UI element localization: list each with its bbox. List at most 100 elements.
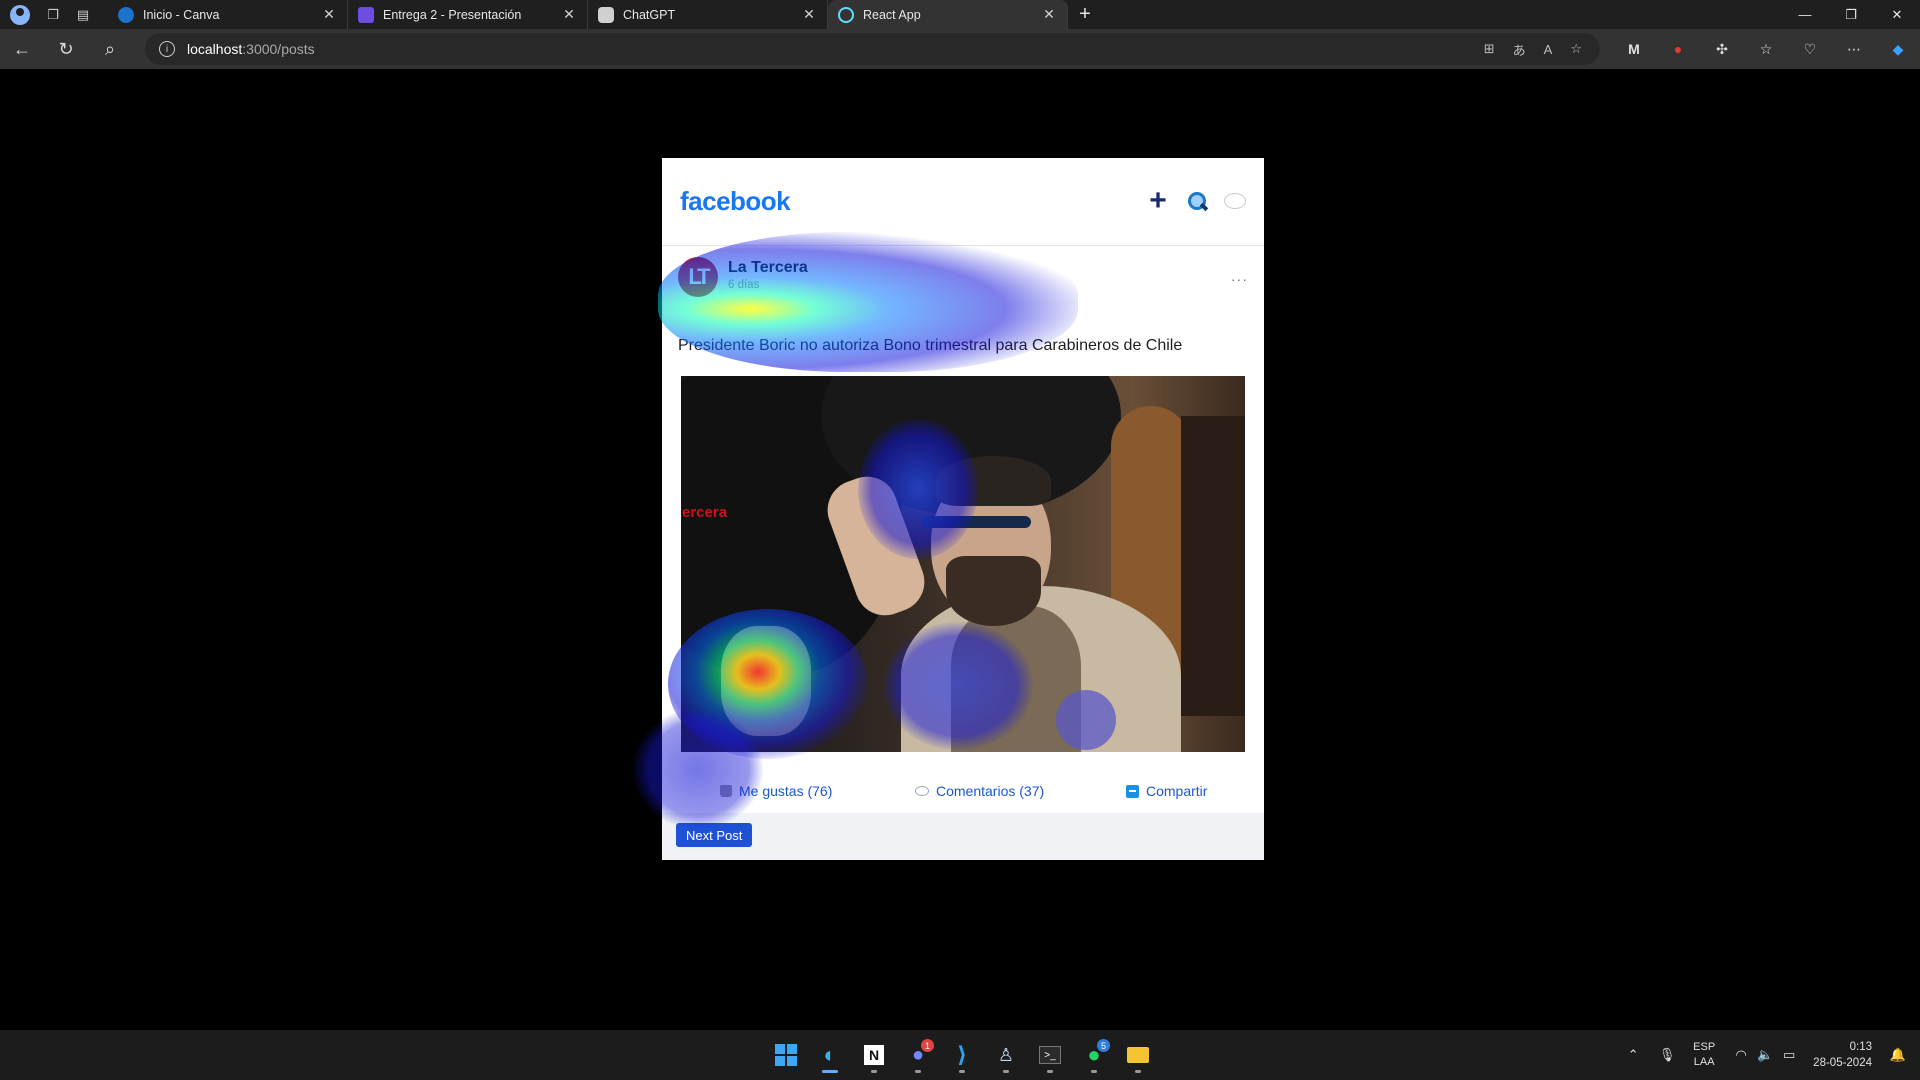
translate-icon[interactable]: あ	[1513, 40, 1526, 59]
workspaces-icon[interactable]: ❐	[38, 0, 68, 29]
new-tab-button[interactable]: +	[1068, 3, 1102, 26]
notion-icon: N	[864, 1045, 884, 1065]
volume-icon[interactable]: 🔈	[1753, 1047, 1777, 1063]
post-text: Presidente Boric no autoriza Bono trimes…	[678, 337, 1183, 354]
thumbs-up-icon	[720, 785, 732, 797]
canva-favicon-icon	[118, 6, 134, 23]
copilot-icon[interactable]: ◆	[1876, 41, 1920, 58]
windows-logo-icon	[775, 1044, 797, 1066]
minimize-window-icon[interactable]: —	[1782, 0, 1828, 29]
folder-icon	[1127, 1047, 1149, 1063]
app-available-icon[interactable]: ⊞	[1484, 41, 1495, 57]
close-tab-icon[interactable]: ✕	[1041, 6, 1057, 23]
search-icon[interactable]	[1186, 190, 1208, 212]
create-plus-icon[interactable]: +	[1146, 186, 1170, 216]
image-watermark: tercera	[681, 504, 728, 521]
extension-m-icon[interactable]: M	[1612, 41, 1656, 57]
post-options-icon[interactable]: ···	[1231, 271, 1248, 287]
taskbar-vscode[interactable]: ⟩	[944, 1037, 980, 1073]
read-aloud-icon[interactable]: A	[1544, 42, 1553, 57]
post-image[interactable]: tercera	[681, 376, 1245, 752]
language-indicator[interactable]: ESP LAA	[1693, 1040, 1715, 1070]
like-label: Me gustas (76)	[739, 783, 833, 799]
address-bar[interactable]: i localhost:3000/posts ⊞ あ A ☆	[145, 33, 1600, 65]
system-tray: ⌃ 🎙 ESP LAA ◠ 🔈 ▭ 0:13 28-05-2024 🔔	[1621, 1030, 1920, 1080]
chatgpt-favicon-icon	[598, 6, 614, 23]
facebook-logo[interactable]: facebook	[680, 186, 791, 217]
post-actions: Me gustas (76) Comentarios (37) Comparti…	[662, 776, 1264, 806]
clock-date: 28-05-2024	[1813, 1057, 1872, 1069]
start-button[interactable]	[768, 1037, 804, 1073]
url-host: localhost	[187, 41, 243, 57]
microphone-icon[interactable]: 🎙	[1655, 1047, 1679, 1063]
taskbar-whatsapp[interactable]: ● 5	[1076, 1037, 1112, 1073]
search-icon[interactable]: ⌕	[88, 29, 132, 69]
favorite-star-icon[interactable]: ☆	[1570, 41, 1582, 57]
tab-entrega[interactable]: Entrega 2 - Presentación ✕	[348, 0, 588, 29]
close-tab-icon[interactable]: ✕	[321, 6, 337, 23]
feed-footer: Next Post	[662, 813, 1264, 860]
discord-badge: 1	[921, 1039, 934, 1052]
tab-label: ChatGPT	[623, 7, 676, 22]
share-button[interactable]: Compartir	[1126, 776, 1207, 806]
profile-avatar-icon[interactable]	[10, 4, 30, 25]
tab-label: Entrega 2 - Presentación	[383, 7, 522, 22]
language-code: ESP	[1693, 1041, 1716, 1053]
page-viewport: facebook + LT La Tercera 6 días ··· Pres…	[3, 69, 1917, 1027]
taskbar-notion[interactable]: N	[856, 1037, 892, 1073]
url-path: :3000/posts	[242, 41, 315, 57]
comment-bubble-icon	[915, 786, 929, 796]
tab-label: React App	[863, 7, 921, 22]
battery-icon[interactable]: ▭	[1777, 1047, 1801, 1063]
terminal-icon: >_	[1039, 1046, 1061, 1064]
app-icon: ♙	[997, 1044, 1015, 1065]
vscode-icon: ⟩	[956, 1042, 968, 1067]
reload-button[interactable]: ↻	[44, 29, 88, 69]
taskbar-edge[interactable]: ◐	[812, 1037, 848, 1073]
tab-chatgpt[interactable]: ChatGPT ✕	[588, 0, 828, 29]
avatar[interactable]: LT	[678, 257, 718, 297]
react-favicon-icon	[838, 6, 854, 23]
tab-react-app[interactable]: React App ✕	[828, 0, 1068, 29]
vertical-tabs-icon[interactable]: ▤	[68, 0, 98, 29]
share-label: Compartir	[1146, 783, 1208, 799]
tab-label: Inicio - Canva	[143, 7, 220, 22]
next-post-button[interactable]: Next Post	[676, 823, 753, 847]
presentation-favicon-icon	[358, 6, 374, 23]
browser-tab-bar: ❐ ▤ Inicio - Canva ✕ Entrega 2 - Present…	[0, 0, 1920, 29]
extensions-puzzle-icon[interactable]: ✣	[1700, 41, 1744, 58]
whatsapp-badge: 5	[1097, 1039, 1110, 1052]
post: LT La Tercera 6 días ··· Presidente Bori…	[662, 247, 1264, 752]
chevron-up-icon[interactable]: ⌃	[1621, 1047, 1645, 1063]
site-info-icon[interactable]: i	[159, 41, 175, 57]
taskbar-app[interactable]: ♙	[988, 1037, 1024, 1073]
more-menu-icon[interactable]: ⋯	[1832, 41, 1876, 58]
favorites-icon[interactable]: ☆	[1744, 41, 1788, 58]
close-tab-icon[interactable]: ✕	[561, 6, 577, 23]
wifi-icon[interactable]: ◠	[1729, 1047, 1753, 1063]
edge-icon: ◐	[823, 1042, 837, 1067]
back-button[interactable]: ←	[0, 29, 44, 69]
notifications-icon[interactable]: 🔔	[1886, 1047, 1910, 1063]
close-window-icon[interactable]: ✕	[1874, 0, 1920, 29]
taskbar-file-explorer[interactable]	[1120, 1037, 1156, 1073]
extension-red-icon[interactable]: ●	[1656, 41, 1700, 57]
restore-window-icon[interactable]: ❐	[1828, 0, 1874, 29]
like-button[interactable]: Me gustas (76)	[720, 776, 832, 806]
clock[interactable]: 0:13 28-05-2024	[1813, 1039, 1872, 1071]
tab-canva[interactable]: Inicio - Canva ✕	[108, 0, 348, 29]
messenger-chat-icon[interactable]	[1224, 193, 1246, 209]
taskbar-terminal[interactable]: >_	[1032, 1037, 1068, 1073]
feed-header: facebook +	[662, 158, 1264, 246]
feed-card: facebook + LT La Tercera 6 días ··· Pres…	[662, 158, 1264, 860]
os-taskbar: ◐ N ● 1 ⟩ ♙ >_ ● 5 ⌃ 🎙 ESP LAA ◠ 🔈 ▭ 0:1…	[0, 1030, 1920, 1080]
post-author[interactable]: La Tercera	[728, 259, 808, 277]
share-icon	[1126, 784, 1139, 798]
taskbar-discord[interactable]: ● 1	[900, 1037, 936, 1073]
browser-essentials-icon[interactable]: ♡	[1788, 41, 1832, 58]
close-tab-icon[interactable]: ✕	[801, 6, 817, 23]
comment-label: Comentarios (37)	[936, 783, 1045, 799]
comment-button[interactable]: Comentarios (37)	[915, 776, 1044, 806]
keyboard-layout: LAA	[1693, 1056, 1715, 1068]
browser-toolbar: ← ↻ ⌕ i localhost:3000/posts ⊞ あ A ☆ M ●…	[0, 29, 1920, 69]
